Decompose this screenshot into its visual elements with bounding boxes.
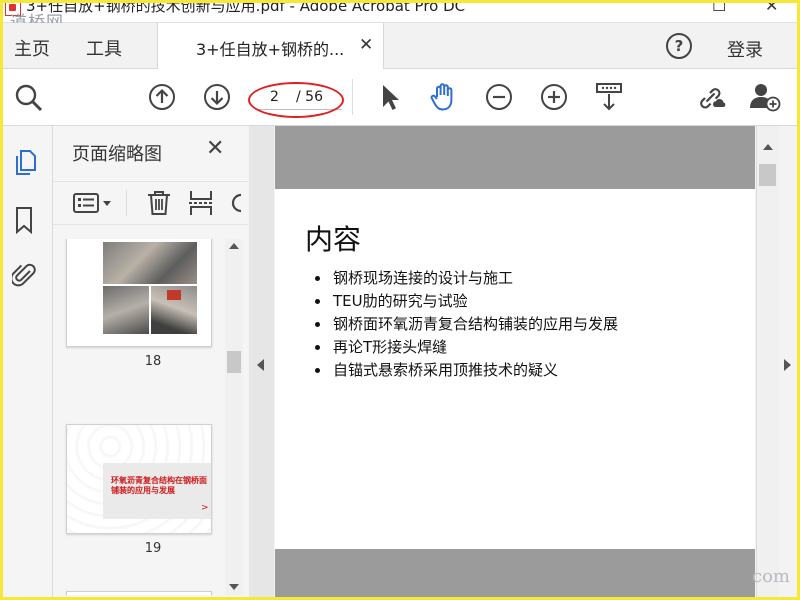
page-thumbnails-icon[interactable] bbox=[12, 148, 38, 178]
thumbnails-list: 18 环氧沥青复合结构在钢桥面铺装的应用与发展 > 19 bbox=[53, 239, 223, 595]
right-panel-toggle[interactable] bbox=[779, 126, 800, 600]
thumbnail-page-20[interactable] bbox=[66, 591, 212, 595]
thumbnail-page-number: 18 bbox=[144, 354, 162, 369]
thumbnail-photo bbox=[103, 286, 149, 334]
thumbnail-photo-detail bbox=[167, 290, 181, 300]
scroll-up-arrow-icon[interactable] bbox=[229, 243, 239, 249]
search-icon[interactable] bbox=[14, 83, 44, 113]
menu-tools[interactable]: 工具 bbox=[86, 35, 122, 61]
thumbnail-arrow-glyph: > bbox=[201, 503, 209, 513]
attachment-icon[interactable] bbox=[12, 261, 38, 291]
zoom-out-icon[interactable] bbox=[485, 83, 513, 111]
panel-splitter[interactable] bbox=[249, 126, 274, 600]
login-button[interactable]: 登录 bbox=[727, 36, 763, 62]
window-title: 3+任自放+钢桥的技术创新与应用.pdf - Adobe Acrobat Pro… bbox=[26, 0, 466, 15]
thumbnail-photo bbox=[103, 242, 197, 284]
previous-page-icon[interactable] bbox=[148, 83, 176, 111]
contents-item: 钢桥现场连接的设计与施工 bbox=[315, 267, 618, 290]
menu-home[interactable]: 主页 bbox=[14, 35, 50, 61]
red-highlight-annotation bbox=[248, 82, 344, 118]
thumbnail-page-18[interactable] bbox=[66, 239, 212, 347]
document-scroll-thumb[interactable] bbox=[759, 164, 776, 186]
thumbnail-toolbar bbox=[53, 181, 248, 225]
delete-page-icon[interactable] bbox=[146, 189, 172, 217]
tab-bar: 主页 工具 3+任自放+钢桥的... ✕ ? 登录 bbox=[0, 23, 800, 69]
rotate-page-icon[interactable] bbox=[229, 191, 243, 215]
left-navigation-pane bbox=[0, 126, 53, 600]
document-tab-label: 3+任自放+钢桥的... bbox=[196, 40, 345, 59]
help-icon[interactable]: ? bbox=[666, 33, 692, 59]
document-tab[interactable]: 3+任自放+钢桥的... ✕ bbox=[157, 23, 384, 69]
document-page: 内容 钢桥现场连接的设计与施工 TEU肋的研究与试验 钢桥面环氧沥青复合结构铺装… bbox=[275, 189, 755, 549]
thumbnails-panel-title: 页面缩略图 bbox=[72, 144, 162, 165]
watermark-text: com bbox=[752, 566, 790, 587]
contents-item: 自锚式悬索桥采用顶推技术的疑义 bbox=[315, 359, 618, 382]
select-cursor-icon[interactable] bbox=[379, 83, 401, 113]
scroll-up-arrow-icon[interactable] bbox=[763, 144, 773, 150]
expand-right-icon[interactable] bbox=[784, 359, 791, 371]
toolbar: 2 / 56 bbox=[0, 69, 800, 126]
thumbnail-page-19[interactable]: 环氧沥青复合结构在钢桥面铺装的应用与发展 > bbox=[66, 424, 212, 534]
title-bar: 3+任自放+钢桥的技术创新与应用.pdf - Adobe Acrobat Pro… bbox=[0, 0, 800, 33]
toolbar-divider bbox=[352, 79, 353, 115]
contents-list: 钢桥现场连接的设计与施工 TEU肋的研究与试验 钢桥面环氧沥青复合结构铺装的应用… bbox=[315, 267, 618, 382]
thumbnails-scrollbar[interactable] bbox=[225, 239, 243, 595]
thumbnails-scroll-thumb[interactable] bbox=[227, 351, 241, 373]
close-window-button[interactable]: ✕ bbox=[765, 0, 778, 15]
close-tab-icon[interactable]: ✕ bbox=[359, 35, 373, 55]
share-link-icon[interactable] bbox=[695, 83, 727, 111]
next-page-icon[interactable] bbox=[203, 83, 231, 111]
thumbnail-page-number: 19 bbox=[144, 541, 162, 556]
zoom-in-icon[interactable] bbox=[540, 83, 568, 111]
scroll-down-arrow-icon[interactable] bbox=[229, 584, 239, 590]
thumbnail-heading-text: 环氧沥青复合结构在钢桥面铺装的应用与发展 bbox=[111, 475, 207, 495]
contents-item: TEU肋的研究与试验 bbox=[315, 290, 618, 313]
maximize-button[interactable]: ☐ bbox=[712, 0, 726, 15]
scroll-mode-icon[interactable] bbox=[594, 81, 624, 113]
bookmark-icon[interactable] bbox=[14, 206, 34, 234]
close-panel-icon[interactable]: ✕ bbox=[206, 136, 224, 161]
document-viewport[interactable]: 内容 钢桥现场连接的设计与施工 TEU肋的研究与试验 钢桥面环氧沥青复合结构铺装… bbox=[275, 126, 755, 600]
contents-item: 钢桥面环氧沥青复合结构铺装的应用与发展 bbox=[315, 313, 618, 336]
page-thumbnails-panel: 页面缩略图 ✕ 18 环氧沥青复合结构在钢桥面铺装的应用与发展 > 19 bbox=[53, 126, 248, 600]
document-scrollbar[interactable] bbox=[756, 126, 779, 600]
add-user-icon[interactable] bbox=[748, 81, 782, 113]
thumbnail-toolbar-divider bbox=[126, 190, 127, 216]
split-page-icon[interactable] bbox=[188, 189, 214, 217]
collapse-left-icon[interactable] bbox=[257, 359, 264, 371]
contents-item: 再论T形接头焊缝 bbox=[315, 336, 618, 359]
hand-tool-icon[interactable] bbox=[428, 81, 460, 113]
slide-title: 内容 bbox=[305, 223, 362, 256]
thumbnail-options-icon[interactable] bbox=[73, 192, 113, 214]
